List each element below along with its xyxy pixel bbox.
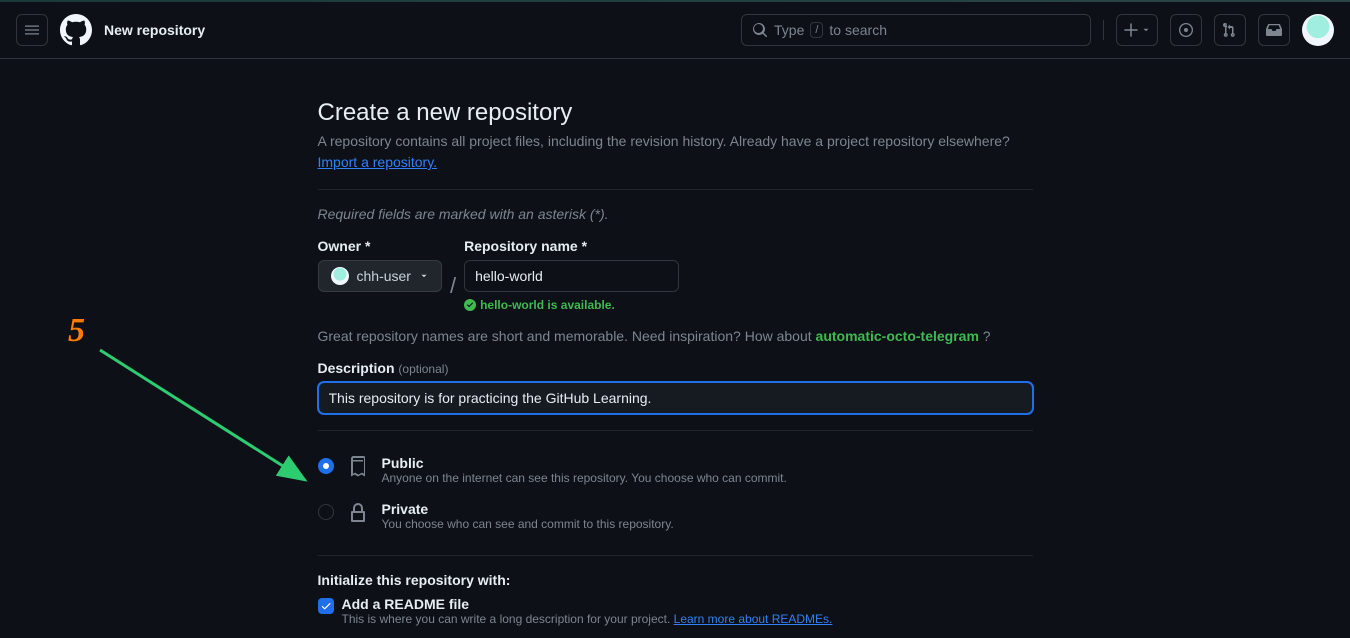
global-search-input[interactable]: Type / to search xyxy=(741,14,1091,46)
required-fields-note: Required fields are marked with an aster… xyxy=(318,206,1033,222)
plus-icon xyxy=(1123,22,1139,38)
readme-checkbox[interactable] xyxy=(318,598,334,614)
git-pull-request-icon xyxy=(1222,22,1238,38)
repo-icon xyxy=(346,455,370,482)
dropdown-caret-icon xyxy=(419,271,429,281)
create-new-button[interactable] xyxy=(1116,14,1158,46)
search-kbd: / xyxy=(810,22,823,38)
private-desc: You choose who can see and commit to thi… xyxy=(382,517,674,531)
search-label-post: to search xyxy=(829,22,887,38)
inbox-icon xyxy=(1266,22,1282,38)
divider xyxy=(318,555,1033,556)
readme-desc: This is where you can write a long descr… xyxy=(342,612,833,626)
user-avatar[interactable] xyxy=(1302,14,1334,46)
public-desc: Anyone on the internet can see this repo… xyxy=(382,471,787,485)
main-content: Create a new repository A repository con… xyxy=(0,59,1350,626)
hamburger-menu-button[interactable] xyxy=(16,14,48,46)
divider xyxy=(318,189,1033,190)
repo-name-input[interactable] xyxy=(464,260,679,292)
public-title: Public xyxy=(382,455,787,471)
private-title: Private xyxy=(382,501,674,517)
owner-select-button[interactable]: chh-user xyxy=(318,260,442,292)
import-repo-link[interactable]: Import a repository. xyxy=(318,154,438,170)
repo-name-help: Great repository names are short and mem… xyxy=(318,328,1033,344)
create-repo-subtitle: A repository contains all project files,… xyxy=(318,131,1033,173)
owner-name: chh-user xyxy=(357,268,411,284)
owner-avatar-icon xyxy=(331,267,349,285)
initialize-heading: Initialize this repository with: xyxy=(318,572,1033,588)
visibility-private-option[interactable]: Private You choose who can see and commi… xyxy=(318,493,1033,539)
search-icon xyxy=(752,22,768,38)
pull-requests-button[interactable] xyxy=(1214,14,1246,46)
search-label-pre: Type xyxy=(774,22,804,38)
suggested-name-link[interactable]: automatic-octo-telegram xyxy=(816,328,979,344)
description-input[interactable] xyxy=(318,382,1033,414)
lock-icon xyxy=(346,501,370,528)
divider xyxy=(318,430,1033,431)
issues-button[interactable] xyxy=(1170,14,1202,46)
create-repo-heading: Create a new repository xyxy=(318,99,1033,127)
check-circle-fill-icon xyxy=(464,299,476,311)
slash-separator: / xyxy=(450,251,456,299)
visibility-public-option[interactable]: Public Anyone on the internet can see th… xyxy=(318,447,1033,493)
issue-opened-icon xyxy=(1178,22,1194,38)
public-radio[interactable] xyxy=(318,458,334,474)
global-header: New repository Type / to search xyxy=(0,2,1350,59)
availability-status: hello-world is available. xyxy=(464,298,679,312)
dropdown-caret-icon xyxy=(1141,25,1151,35)
readme-learn-more-link[interactable]: Learn more about READMEs. xyxy=(674,612,833,626)
owner-label: Owner * xyxy=(318,238,442,254)
readme-label: Add a README file xyxy=(342,596,833,612)
annotation-step-number: 5 xyxy=(68,312,85,350)
private-radio[interactable] xyxy=(318,504,334,520)
repo-name-label: Repository name * xyxy=(464,238,679,254)
divider xyxy=(1103,20,1104,40)
check-icon xyxy=(320,600,332,612)
description-label: Description (optional) xyxy=(318,360,1033,376)
page-title: New repository xyxy=(104,22,205,38)
inbox-button[interactable] xyxy=(1258,14,1290,46)
github-logo-icon[interactable] xyxy=(60,14,92,46)
